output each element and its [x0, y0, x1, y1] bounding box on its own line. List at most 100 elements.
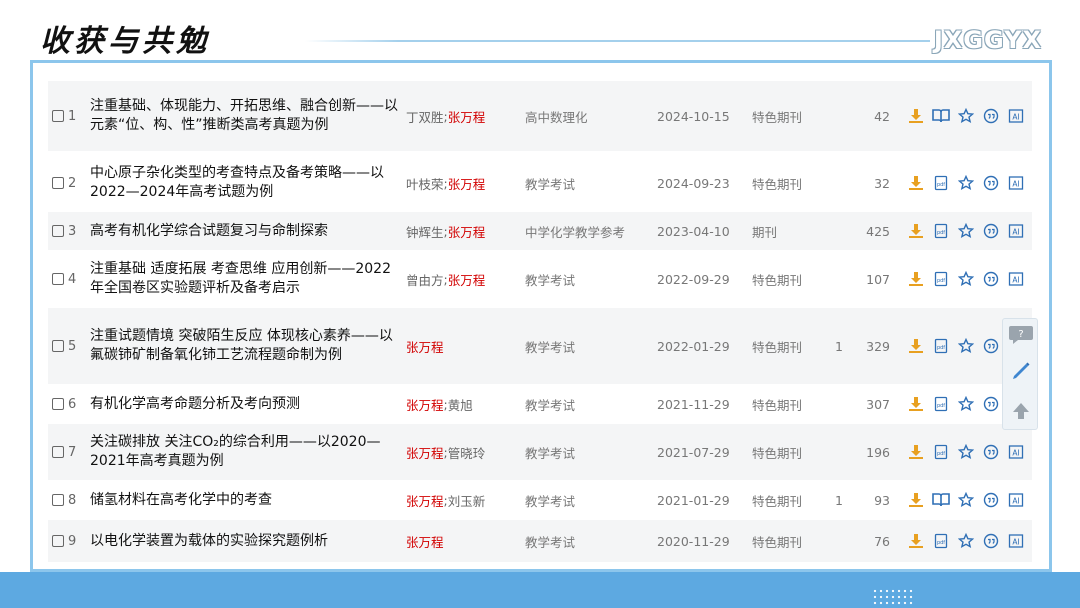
favorite-icon[interactable] [956, 173, 976, 193]
cited-count[interactable] [835, 155, 847, 211]
pdf-icon[interactable]: pdf [931, 531, 951, 551]
download-icon[interactable] [906, 221, 926, 241]
row-select[interactable]: 8 [52, 481, 76, 519]
favorite-icon[interactable] [956, 394, 976, 414]
row-select[interactable]: 9 [52, 520, 76, 562]
row-checkbox[interactable] [52, 340, 64, 352]
pdf-icon[interactable]: pdf [931, 442, 951, 462]
article-title-link[interactable]: 中心原子杂化类型的考查特点及备考策略——以2022—2024年高考试题为例 [90, 155, 402, 211]
row-checkbox[interactable] [52, 225, 64, 237]
author-link[interactable]: 张万程 [406, 395, 444, 414]
ai-icon[interactable]: AI [1006, 173, 1026, 193]
article-title-link[interactable]: 关注碳排放 关注CO₂的综合利用——以2020—2021年高考真题为例 [90, 424, 402, 480]
download-icon[interactable] [906, 531, 926, 551]
article-title-link[interactable]: 注重基础 适度拓展 考查思维 应用创新——2022年全国卷区实验题评析及备考启示 [90, 251, 402, 307]
cited-count[interactable] [835, 424, 847, 480]
author-link[interactable]: 黄旭 [448, 395, 473, 414]
author-link[interactable]: 张万程 [406, 337, 444, 356]
pdf-icon[interactable]: pdf [931, 336, 951, 356]
favorite-icon[interactable] [956, 106, 976, 126]
author-link[interactable]: 叶枝荣 [406, 174, 444, 193]
ai-icon[interactable]: AI [1006, 442, 1026, 462]
source-journal-link[interactable]: 教学考试 [525, 155, 575, 211]
edit-icon[interactable] [1007, 357, 1035, 385]
row-checkbox[interactable] [52, 398, 64, 410]
download-icon[interactable] [906, 173, 926, 193]
quote-icon[interactable] [981, 106, 1001, 126]
author-link[interactable]: 张万程 [406, 491, 444, 510]
author-link[interactable]: 张万程 [448, 174, 486, 193]
source-journal-link[interactable]: 教学考试 [525, 251, 575, 307]
quote-icon[interactable] [981, 173, 1001, 193]
row-select[interactable]: 5 [52, 308, 76, 384]
author-link[interactable]: 张万程 [448, 222, 486, 241]
row-select[interactable]: 3 [52, 212, 76, 250]
author-link[interactable]: 张万程 [406, 443, 444, 462]
ai-icon[interactable]: AI [1006, 221, 1026, 241]
back-to-top-icon[interactable] [1007, 397, 1035, 425]
quote-icon[interactable] [981, 221, 1001, 241]
row-select[interactable]: 1 [52, 81, 76, 151]
ai-icon[interactable]: AI [1006, 269, 1026, 289]
cited-count[interactable]: 1 [835, 481, 847, 519]
article-title-link[interactable]: 高考有机化学综合试题复习与命制探索 [90, 212, 402, 250]
source-journal-link[interactable]: 高中数理化 [525, 81, 588, 151]
author-link[interactable]: 钟辉生 [406, 222, 444, 241]
pdf-icon[interactable]: pdf [931, 173, 951, 193]
online-read-icon[interactable] [931, 106, 951, 126]
row-checkbox[interactable] [52, 535, 64, 547]
row-select[interactable]: 2 [52, 155, 76, 211]
source-journal-link[interactable]: 教学考试 [525, 385, 575, 423]
source-journal-link[interactable]: 教学考试 [525, 520, 575, 562]
quote-icon[interactable] [981, 269, 1001, 289]
quote-icon[interactable] [981, 336, 1001, 356]
quote-icon[interactable] [981, 442, 1001, 462]
row-checkbox[interactable] [52, 110, 64, 122]
favorite-icon[interactable] [956, 490, 976, 510]
ai-icon[interactable]: AI [1006, 490, 1026, 510]
cited-count[interactable] [835, 520, 847, 562]
download-icon[interactable] [906, 336, 926, 356]
ai-icon[interactable]: AI [1006, 531, 1026, 551]
download-icon[interactable] [906, 269, 926, 289]
cited-count[interactable] [835, 385, 847, 423]
quote-icon[interactable] [981, 531, 1001, 551]
quote-icon[interactable] [981, 394, 1001, 414]
favorite-icon[interactable] [956, 442, 976, 462]
favorite-icon[interactable] [956, 269, 976, 289]
source-journal-link[interactable]: 教学考试 [525, 308, 575, 384]
row-select[interactable]: 6 [52, 385, 76, 423]
article-title-link[interactable]: 有机化学高考命题分析及考向预测 [90, 385, 402, 423]
ai-icon[interactable]: AI [1006, 106, 1026, 126]
row-select[interactable]: 4 [52, 251, 76, 307]
favorite-icon[interactable] [956, 221, 976, 241]
article-title-link[interactable]: 注重试题情境 突破陌生反应 体现核心素养——以氟碳铈矿制备氧化铈工艺流程题命制为… [90, 308, 402, 384]
article-title-link[interactable]: 储氢材料在高考化学中的考查 [90, 481, 402, 519]
author-link[interactable]: 张万程 [406, 532, 444, 551]
cited-count[interactable] [835, 251, 847, 307]
author-link[interactable]: 张万程 [448, 107, 486, 126]
download-icon[interactable] [906, 394, 926, 414]
download-icon[interactable] [906, 490, 926, 510]
favorite-icon[interactable] [956, 531, 976, 551]
source-journal-link[interactable]: 教学考试 [525, 481, 575, 519]
article-title-link[interactable]: 以电化学装置为载体的实验探究题例析 [90, 520, 402, 562]
row-checkbox[interactable] [52, 177, 64, 189]
quote-icon[interactable] [981, 490, 1001, 510]
pdf-icon[interactable]: pdf [931, 394, 951, 414]
online-read-icon[interactable] [931, 490, 951, 510]
pdf-icon[interactable]: pdf [931, 221, 951, 241]
article-title-link[interactable]: 注重基础、体现能力、开拓思维、融合创新——以元素“位、构、性”推断类高考真题为例 [90, 81, 402, 151]
row-checkbox[interactable] [52, 446, 64, 458]
author-link[interactable]: 张万程 [448, 270, 486, 289]
cited-count[interactable]: 1 [835, 308, 847, 384]
download-icon[interactable] [906, 106, 926, 126]
source-journal-link[interactable]: 中学化学教学参考 [525, 212, 625, 250]
row-checkbox[interactable] [52, 273, 64, 285]
source-journal-link[interactable]: 教学考试 [525, 424, 575, 480]
pdf-icon[interactable]: pdf [931, 269, 951, 289]
author-link[interactable]: 管晓玲 [448, 443, 486, 462]
author-link[interactable]: 刘玉新 [448, 491, 486, 510]
comment-icon[interactable]: ? [1007, 321, 1035, 349]
favorite-icon[interactable] [956, 336, 976, 356]
